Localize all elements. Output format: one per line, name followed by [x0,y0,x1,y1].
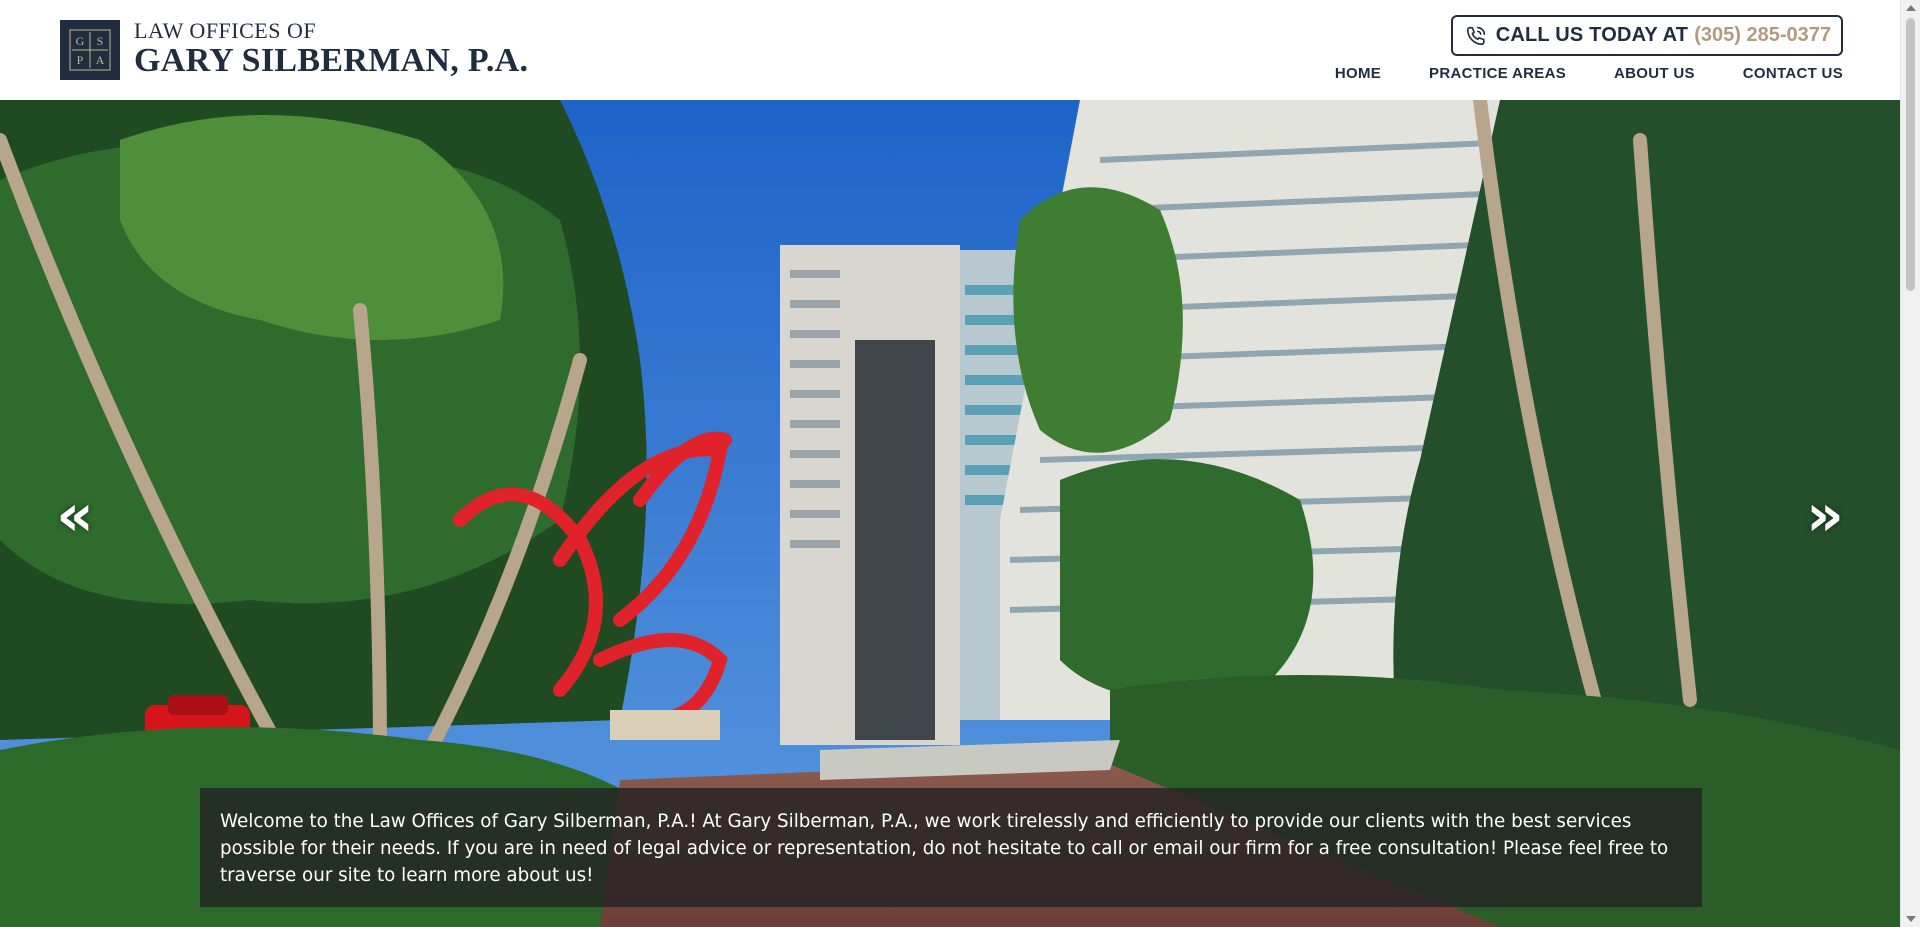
monogram-p: P [77,53,84,67]
monogram-g: G [76,34,85,48]
monogram-a: A [96,53,105,67]
logo-monogram: G S P A [60,20,120,80]
phone-icon [1465,24,1489,48]
logo-line-2: GARY SILBERMAN, P.A. [134,42,529,79]
scroll-up-arrow-icon[interactable] [1906,5,1916,11]
hero-slider: « » Welcome to the Law Offices of Gary S… [0,100,1900,927]
phone-number[interactable]: (305) 285-0377 [1694,24,1831,47]
nav-practice-areas[interactable]: PRACTICE AREAS [1429,65,1566,82]
call-label: CALL US TODAY AT [1495,24,1689,46]
slider-next-button[interactable]: » [1795,485,1855,545]
nav-home[interactable]: HOME [1335,65,1381,82]
call-us-button[interactable]: CALL US TODAY AT (305) 285-0377 [1450,15,1843,56]
scroll-thumb[interactable] [1906,18,1915,291]
page-scrollbar[interactable] [1900,0,1920,927]
logo-text: LAW OFFICES OF GARY SILBERMAN, P.A. [134,20,528,80]
scroll-down-arrow-icon[interactable] [1906,916,1916,922]
nav-about-us[interactable]: ABOUT US [1614,65,1695,82]
nav-contact-us[interactable]: CONTACT US [1743,65,1843,82]
welcome-text: Welcome to the Law Offices of Gary Silbe… [220,811,1669,886]
site-header: G S P A LAW OFFICES OF GARY SILBERMAN, P… [0,0,1900,100]
logo-line-1: LAW OFFICES OF [134,18,317,43]
main-nav: HOME PRACTICE AREAS ABOUT US CONTACT US [1335,65,1843,82]
slider-prev-button[interactable]: « [45,485,105,545]
monogram-s: S [97,34,104,48]
hero-caption: Welcome to the Law Offices of Gary Silbe… [200,788,1702,907]
site-logo[interactable]: G S P A LAW OFFICES OF GARY SILBERMAN, P… [60,20,528,80]
